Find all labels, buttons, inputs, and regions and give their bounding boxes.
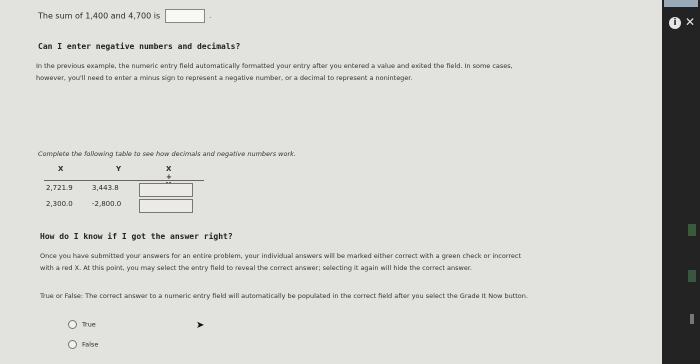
paragraph-line: In the previous example, the numeric ent…: [36, 62, 513, 70]
sum-answer-input[interactable]: [164, 9, 205, 23]
option-true[interactable]: True: [68, 320, 96, 329]
close-icon[interactable]: ✕: [684, 16, 696, 28]
sidebar-marker: [690, 314, 694, 324]
paragraph-line: however, you'll need to enter a minus si…: [36, 74, 413, 82]
table-prompt: Complete the following table to see how …: [38, 150, 296, 158]
radio-button[interactable]: [68, 320, 77, 329]
info-icon[interactable]: i: [669, 17, 681, 29]
radio-button[interactable]: [68, 340, 77, 349]
table-divider: [44, 180, 204, 181]
section-paragraph-answer: Once you have submitted your answers for…: [40, 250, 600, 274]
section-paragraph-negatives: In the previous example, the numeric ent…: [36, 60, 596, 84]
paragraph-line: Once you have submitted your answers for…: [40, 252, 522, 260]
sum-question: The sum of 1,400 and 4,700 is .: [38, 9, 211, 23]
column-header-x: X: [58, 165, 64, 173]
table-cell-x: 2,300.0: [46, 200, 73, 208]
section-heading-answer: How do I know if I got the answer right?: [40, 232, 233, 241]
content-page: The sum of 1,400 and 4,700 is . Can I en…: [0, 0, 662, 364]
sum-entry-field-row1[interactable]: [139, 183, 193, 197]
paragraph-line: with a red X. At this point, you may sel…: [40, 264, 472, 272]
option-false[interactable]: False: [68, 340, 98, 349]
sum-question-text: The sum of 1,400 and 4,700 is: [38, 11, 161, 21]
true-false-question: True or False: The correct answer to a n…: [40, 292, 528, 300]
sidebar-marker: [688, 270, 696, 282]
corner-tab: [664, 0, 698, 7]
right-sidebar: [662, 0, 700, 364]
table-cell-y: -2,800.0: [92, 200, 122, 208]
sidebar-marker: [688, 224, 696, 236]
table-cell-y: 3,443.8: [92, 184, 119, 192]
mouse-cursor-icon: ➤: [196, 320, 205, 331]
sum-question-suffix: .: [209, 12, 212, 20]
option-label: True: [82, 320, 96, 329]
option-label: False: [82, 340, 99, 349]
column-header-y: Y: [116, 165, 122, 173]
table-cell-x: 2,721.9: [46, 184, 73, 192]
sum-entry-field-row2[interactable]: [139, 199, 193, 213]
section-heading-negatives: Can I enter negative numbers and decimal…: [38, 42, 241, 51]
